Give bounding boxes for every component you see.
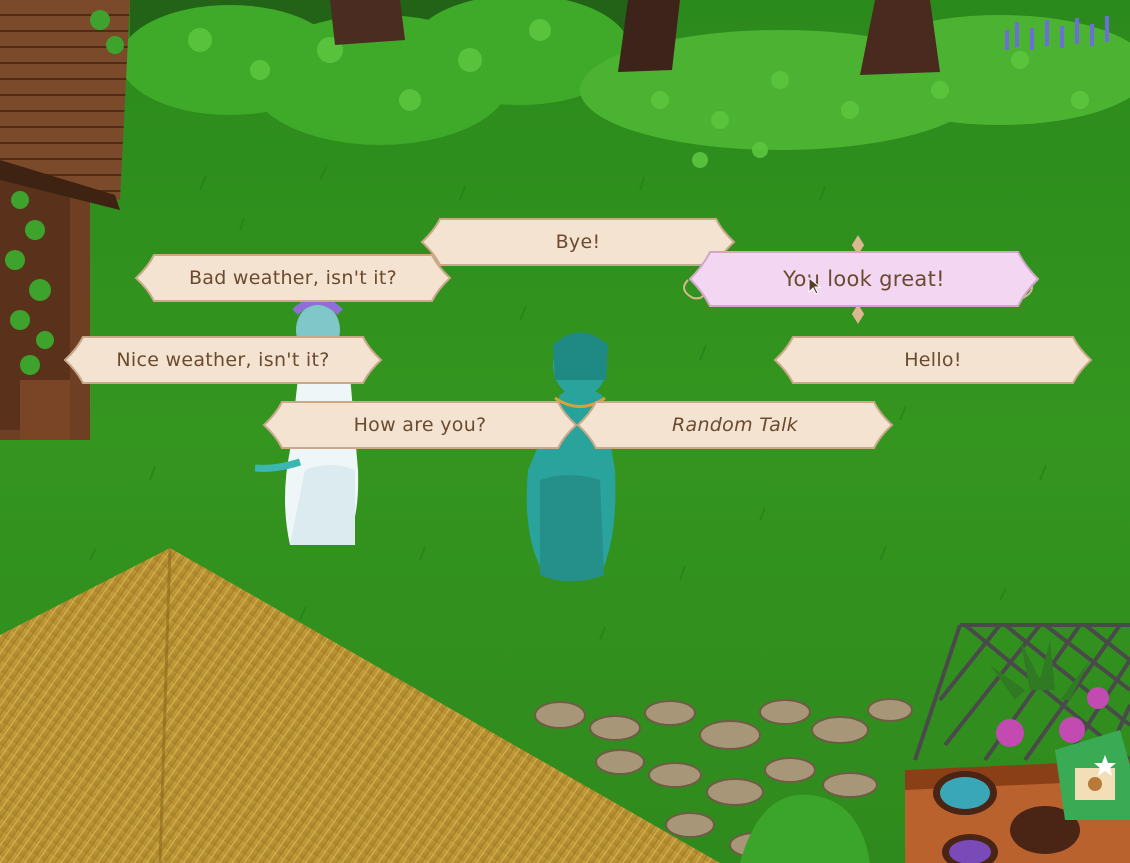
dialogue-option-hello[interactable]: Hello! xyxy=(773,336,1093,384)
dialogue-option-label: Nice weather, isn't it? xyxy=(116,349,330,371)
mouse-cursor-icon xyxy=(808,277,822,295)
tree-trunk xyxy=(330,0,405,45)
dialogue-option-label: You look great! xyxy=(783,267,945,291)
dialogue-option-bad-weather[interactable]: Bad weather, isn't it? xyxy=(134,254,452,302)
dialogue-option-you-look-great[interactable]: You look great! xyxy=(688,251,1040,307)
dialogue-option-label: Bad weather, isn't it? xyxy=(188,267,398,289)
dialogue-option-nice-weather[interactable]: Nice weather, isn't it? xyxy=(63,336,383,384)
dialogue-option-bye[interactable]: Bye! xyxy=(420,218,736,266)
dialogue-option-label: How are you? xyxy=(353,414,487,436)
dialogue-option-how-are-you[interactable]: How are you? xyxy=(262,401,578,449)
dialogue-option-label: Hello! xyxy=(904,349,962,371)
dialogue-option-label: Bye! xyxy=(555,231,601,253)
dialogue-option-random-talk[interactable]: Random Talk xyxy=(576,401,894,449)
tree-trunk xyxy=(618,0,680,72)
dialogue-option-label: Random Talk xyxy=(672,414,798,436)
